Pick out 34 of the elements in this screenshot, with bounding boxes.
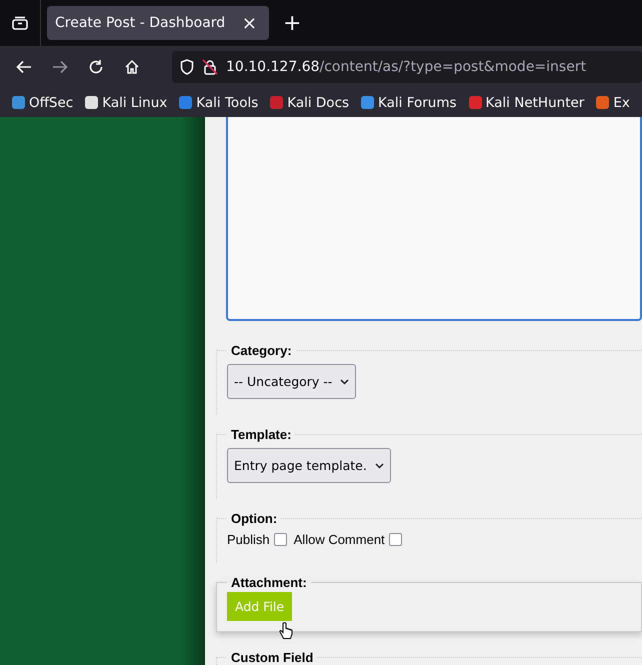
template-select[interactable]: Entry page template.	[227, 448, 391, 483]
category-legend: Category:	[227, 343, 296, 358]
bookmark-item[interactable]: Kali Tools	[179, 94, 258, 110]
reload-icon[interactable]	[88, 59, 104, 75]
tab-overview-icon[interactable]	[12, 16, 28, 30]
close-tab-button[interactable]: ×	[238, 12, 261, 34]
checkbox-label: Allow Comment	[294, 532, 385, 547]
bookmark-item[interactable]: Ex	[596, 94, 630, 110]
custom-field-legend: Custom Field	[227, 650, 318, 665]
option-legend: Option:	[227, 511, 282, 526]
url-text: 10.10.127.68/content/as/?type=post&mode=insert	[226, 59, 586, 75]
checkbox-label: Publish	[227, 532, 270, 547]
checkbox[interactable]	[388, 533, 402, 546]
bookmark-item[interactable]: Kali Forums	[361, 94, 457, 110]
tab-title: Create Post - Dashboard	[55, 15, 226, 31]
back-icon[interactable]	[16, 60, 32, 74]
bookmark-item[interactable]: OffSec	[12, 94, 74, 110]
browser-tab[interactable]: Create Post - Dashboard ×	[47, 6, 269, 40]
checkbox[interactable]	[274, 533, 287, 546]
new-tab-button[interactable]: +	[279, 10, 306, 36]
chevron-down-icon	[374, 462, 384, 468]
bookmark-item[interactable]: Kali Docs	[270, 94, 350, 110]
chevron-down-icon	[340, 378, 350, 384]
hand-cursor-icon	[279, 622, 293, 640]
bookmark-item[interactable]: Kali Linux	[85, 94, 168, 110]
attachment-legend: Attachment:	[227, 575, 311, 590]
category-select[interactable]: -- Uncategory --	[227, 364, 356, 399]
address-bar[interactable]: 10.10.127.68/content/as/?type=post&mode=insert	[172, 51, 642, 83]
forward-icon[interactable]	[52, 60, 68, 74]
template-legend: Template:	[227, 427, 296, 442]
home-icon[interactable]	[124, 59, 140, 75]
insecure-lock-icon[interactable]	[202, 59, 218, 75]
shield-icon[interactable]	[180, 59, 194, 75]
bookmark-item[interactable]: Kali NetHunter	[468, 94, 584, 110]
